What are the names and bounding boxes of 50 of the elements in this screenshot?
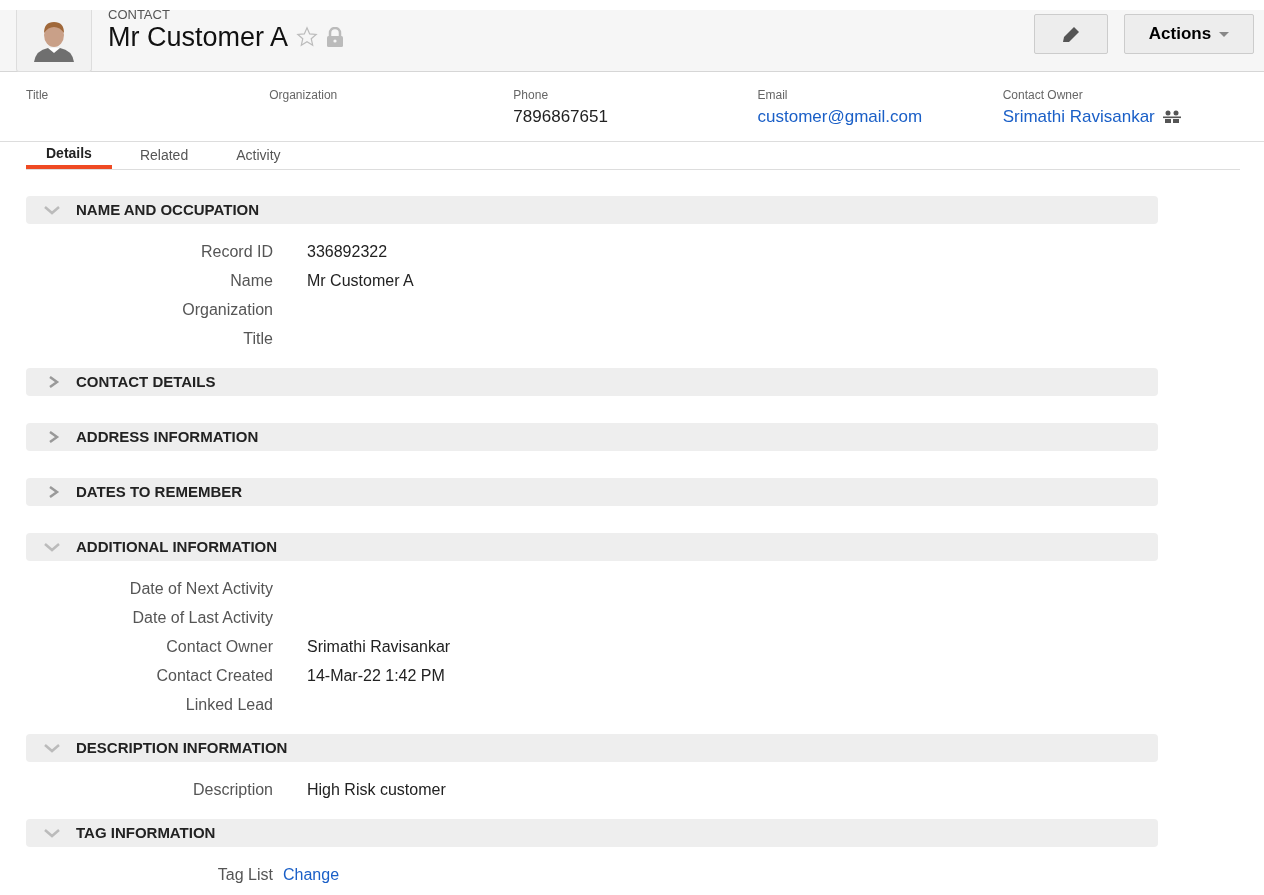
contact-name: Mr Customer A — [108, 21, 289, 54]
field-value: Srimathi Ravisankar — [307, 636, 451, 657]
chevron-down-icon — [44, 743, 60, 753]
section-header[interactable]: DESCRIPTION INFORMATION — [26, 734, 1158, 762]
summary-link[interactable]: customer@gmail.com — [757, 104, 923, 130]
actions-button[interactable]: Actions — [1124, 14, 1254, 54]
pencil-icon — [1060, 24, 1082, 45]
summary-label: Phone — [513, 87, 550, 104]
section-header[interactable]: NAME AND OCCUPATION — [26, 196, 1158, 224]
tab[interactable]: Details — [26, 142, 112, 169]
field-label: Record ID — [199, 241, 273, 262]
section-header[interactable]: ADDITIONAL INFORMATION — [26, 533, 1158, 561]
record-type-label: CONTACT — [108, 8, 171, 21]
summary-label: Organization — [269, 87, 339, 104]
summary-link[interactable]: Srimathi Ravisankar — [1002, 104, 1155, 130]
field-label: Tag List — [216, 864, 273, 885]
change-link[interactable]: Change — [283, 862, 340, 887]
field-value: 14-Mar-22 1:42 PM — [307, 665, 445, 686]
field-label: Title — [242, 328, 273, 349]
summary-label: Contact Owner — [1002, 87, 1084, 104]
caret-icon — [1219, 31, 1230, 38]
field-label: Contact Owner — [165, 636, 273, 657]
summary-label: Email — [757, 87, 789, 104]
field-label: Linked Lead — [184, 694, 273, 715]
section-header[interactable]: DATES TO REMEMBER — [26, 478, 1158, 506]
star-icon[interactable] — [296, 26, 319, 49]
tab[interactable]: Related — [119, 142, 209, 169]
field-value: High Risk customer — [307, 779, 446, 800]
chevron-down-icon — [44, 205, 60, 215]
field-label: Contact Created — [155, 665, 273, 686]
field-label: Description — [191, 779, 273, 800]
section-header[interactable]: ADDRESS INFORMATION — [26, 423, 1158, 451]
tab[interactable]: Activity — [216, 142, 301, 169]
chevron-down-icon — [44, 828, 60, 838]
field-label: Date of Last Activity — [131, 607, 273, 628]
summary-label: Title — [26, 87, 50, 104]
field-label: Organization — [181, 299, 273, 320]
summary-value: 7896867651 — [513, 106, 608, 128]
field-label: Date of Next Activity — [128, 578, 273, 599]
section-header[interactable]: CONTACT DETAILS — [26, 368, 1158, 396]
people-icon[interactable] — [1162, 109, 1181, 124]
chevron-right-icon — [48, 376, 60, 388]
chevron-down-icon — [44, 542, 60, 552]
field-value: 336892322 — [307, 241, 388, 262]
field-label: Name — [229, 270, 273, 291]
chevron-right-icon — [48, 486, 60, 498]
chevron-right-icon — [48, 431, 60, 443]
field-value: Mr Customer A — [307, 270, 414, 291]
section-header[interactable]: TAG INFORMATION — [26, 819, 1158, 847]
edit-button[interactable] — [1034, 14, 1108, 54]
